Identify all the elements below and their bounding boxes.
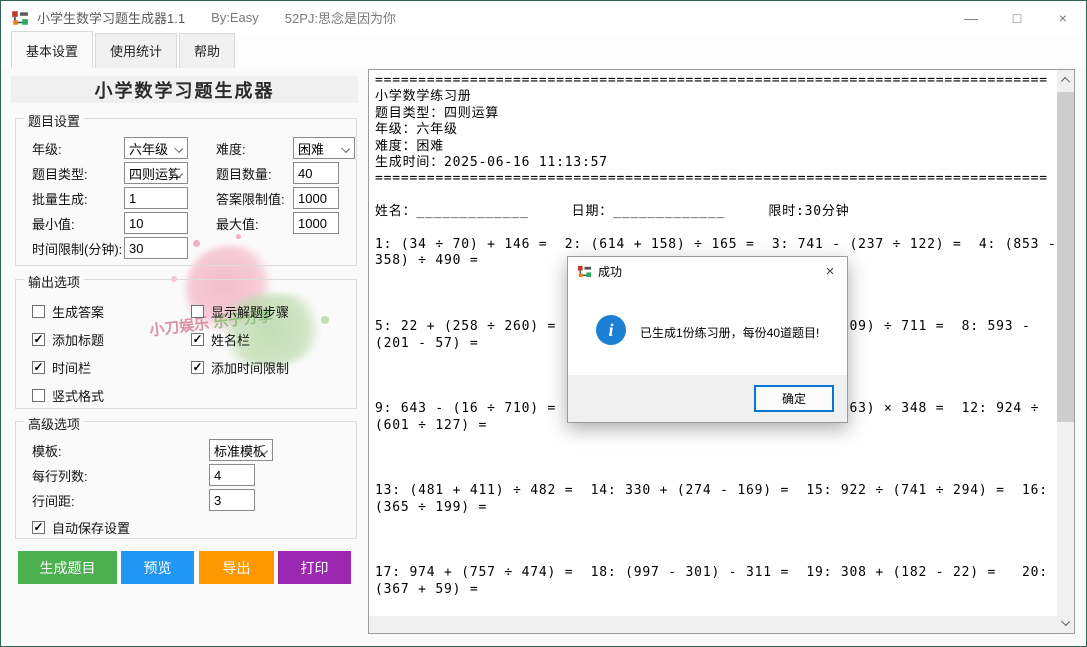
dialog-title-bar: 成功 × [568,257,847,285]
name-field-checkbox[interactable]: ✓ [191,333,204,346]
window-byline: By:Easy [211,10,259,25]
grade-label: 年级: [32,139,124,158]
horizontal-scrollbar[interactable] [369,616,1057,633]
min-value-label: 最小值: [32,214,124,233]
row-spacing-input[interactable] [209,489,255,511]
tab-basic-settings[interactable]: 基本设置 [11,31,93,68]
tab-help[interactable]: 帮助 [179,33,235,68]
group-advanced-options-label: 高级选项 [24,414,84,433]
max-value-input[interactable] [293,212,339,234]
name-field-label: 姓名栏 [211,330,250,349]
chevron-down-icon [341,144,350,153]
generate-answers-checkbox[interactable] [32,305,45,318]
max-value-label: 最大值: [216,214,293,233]
app-window: 小学生数学习题生成器1.1 By:Easy 52PJ:思念是因为你 — □ × … [0,0,1087,647]
columns-per-row-label: 每行列数: [32,466,147,485]
dialog-close-button[interactable]: × [813,257,847,285]
group-output-options-label: 输出选项 [24,272,84,291]
group-output-options: 输出选项 生成答案 显示解题步骤 ✓ 添加标题 ✓ 姓名栏 ✓ 时间栏 [15,279,357,409]
add-time-limit-checkbox[interactable]: ✓ [191,361,204,374]
add-title-checkbox[interactable]: ✓ [32,333,45,346]
columns-per-row-input[interactable] [209,464,255,486]
generate-button[interactable]: 生成题目 [18,551,117,584]
info-icon: i [596,315,626,345]
dialog-title: 成功 [598,263,622,280]
ok-button[interactable]: 确定 [754,385,834,412]
question-count-label: 题目数量: [216,164,293,183]
difficulty-label: 难度: [216,139,293,158]
question-type-label: 题目类型: [32,164,124,183]
answer-limit-label: 答案限制值: [216,189,293,208]
dialog-body: i 已生成1份练习册，每份40道题目! [568,285,847,377]
app-icon [11,9,29,27]
time-limit-label: 时间限制(分钟): [32,239,124,258]
time-field-label: 时间栏 [52,358,91,377]
add-title-label: 添加标题 [52,330,104,349]
print-button[interactable]: 打印 [278,551,351,584]
window-title: 小学生数学习题生成器1.1 [37,8,185,27]
preview-button[interactable]: 预览 [121,551,194,584]
scroll-down-icon[interactable] [1061,617,1070,626]
add-time-limit-label: 添加时间限制 [211,358,289,377]
chevron-down-icon [174,144,183,153]
dialog-footer: 确定 [568,375,847,422]
group-question-settings-label: 题目设置 [24,111,84,130]
vertical-scrollbar[interactable] [1057,70,1074,633]
difficulty-select[interactable]: 困难 [293,137,355,159]
generate-answers-label: 生成答案 [52,302,104,321]
tab-page-basic-settings: 小刀娱乐 乐于分享 小学数学习题生成器 题目设置 年级: 六年级 难度: 困难 [1,68,1086,646]
question-type-select[interactable]: 四则运算 [124,162,188,184]
panel-title: 小学数学习题生成器 [11,76,358,103]
vertical-format-label: 竖式格式 [52,386,104,405]
autosave-label: 自动保存设置 [52,518,130,537]
success-dialog: 成功 × i 已生成1份练习册，每份40道题目! 确定 [567,256,848,423]
time-field-checkbox[interactable]: ✓ [32,361,45,374]
template-label: 模板: [32,441,147,460]
action-buttons: 生成题目 预览 导出 打印 [1,551,361,584]
batch-count-label: 批量生成: [32,189,124,208]
vertical-format-checkbox[interactable] [32,389,45,402]
autosave-checkbox[interactable]: ✓ [32,521,45,534]
min-value-input[interactable] [124,212,188,234]
question-count-input[interactable] [293,162,339,184]
row-spacing-label: 行间距: [32,491,147,510]
tab-strip: 基本设置 使用统计 帮助 [1,34,1086,68]
window-credit: 52PJ:思念是因为你 [285,8,396,27]
template-select[interactable]: 标准模板 [209,439,273,461]
app-icon [577,264,592,279]
batch-count-input[interactable] [124,187,188,209]
close-button[interactable]: × [1040,1,1086,34]
show-steps-label: 显示解题步骤 [211,302,289,321]
scrollbar-thumb[interactable] [1057,92,1074,422]
show-steps-checkbox[interactable] [191,305,204,318]
export-button[interactable]: 导出 [199,551,274,584]
answer-limit-input[interactable] [293,187,339,209]
scroll-up-icon[interactable] [1061,77,1070,86]
minimize-button[interactable]: — [948,1,994,34]
dialog-message: 已生成1份练习册，每份40道题目! [640,324,819,341]
group-question-settings: 题目设置 年级: 六年级 难度: 困难 题目类型: 四则运算 [15,118,357,266]
tab-usage-stats[interactable]: 使用统计 [95,33,177,68]
time-limit-input[interactable] [124,237,188,259]
group-advanced-options: 高级选项 模板: 标准模板 每行列数: 行间距: ✓ 自动保存设置 [15,421,357,539]
grade-select[interactable]: 六年级 [124,137,188,159]
title-bar: 小学生数学习题生成器1.1 By:Easy 52PJ:思念是因为你 — □ × [1,1,1086,34]
maximize-button[interactable]: □ [994,1,1040,34]
